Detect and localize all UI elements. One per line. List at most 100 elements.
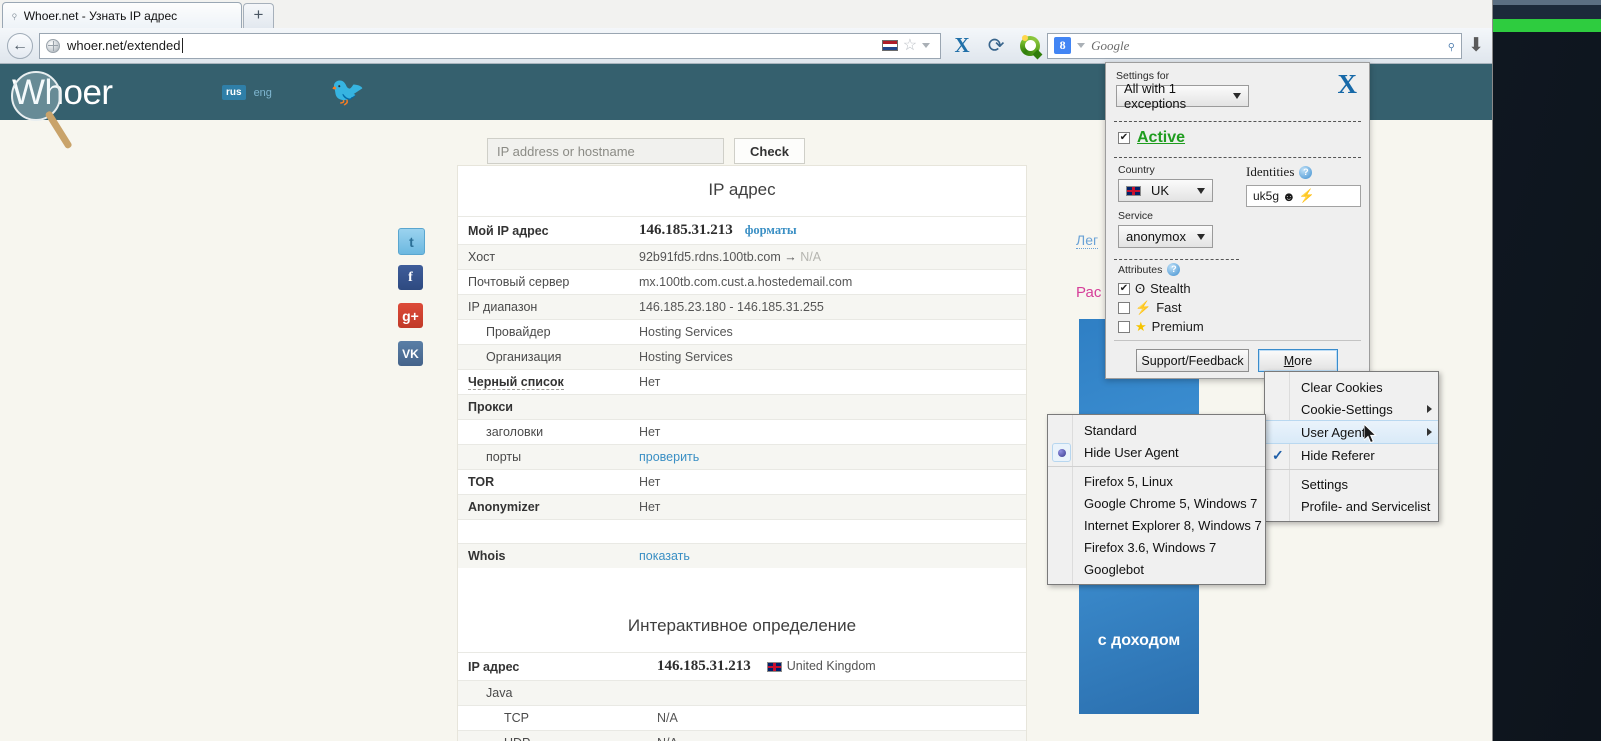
attribute-checkbox[interactable]: ✔ <box>1118 282 1130 295</box>
attribute-row[interactable]: ⚡ Fast <box>1118 298 1204 317</box>
menu-item-label: Settings <box>1301 476 1348 492</box>
share-googleplus-icon[interactable]: g+ <box>398 303 423 328</box>
row-value: показать <box>629 543 1026 568</box>
attributes-list: ✔ ʘ Stealth ⚡ Fast ★ Premium <box>1118 279 1204 336</box>
address-bar[interactable]: whoer.net/extended ☆ <box>39 32 942 59</box>
attribute-label: Fast <box>1156 300 1182 315</box>
search-icon: ⌕ <box>6 7 22 23</box>
share-vk-icon[interactable]: VK <box>398 341 423 366</box>
country-select[interactable]: UK <box>1118 179 1213 202</box>
table-spacer-row <box>458 519 1026 544</box>
anonymox-toolbar-button[interactable] <box>1013 31 1047 61</box>
lang-eng-button[interactable]: eng <box>254 87 272 99</box>
support-feedback-button[interactable]: Support/Feedback <box>1136 349 1249 372</box>
check-button[interactable]: Check <box>734 138 805 164</box>
row-key: TCP <box>458 705 647 731</box>
service-select[interactable]: anonymox <box>1118 225 1213 248</box>
menu-item[interactable]: ✓ Hide Referer <box>1265 444 1438 466</box>
menu-item[interactable]: Googlebot <box>1048 558 1265 580</box>
back-button[interactable]: ← <box>7 32 33 59</box>
row-key: Мой IP адрес <box>458 216 629 245</box>
table-row: Черный список Нет <box>458 369 1026 395</box>
table-row: Почтовый сервер mx.100tb.com.cust.a.hoste… <box>458 269 1026 295</box>
menu-item[interactable]: User Agent <box>1265 420 1438 444</box>
downloads-icon[interactable]: ⬇ <box>1468 36 1492 55</box>
row-link[interactable]: показать <box>639 549 690 563</box>
reload-button[interactable]: ⟳ <box>979 31 1013 61</box>
settings-for-select[interactable]: All with 1 exceptions <box>1116 81 1249 111</box>
ip-search-input[interactable]: IP address or hostname <box>487 138 724 164</box>
menu-item[interactable]: Clear Cookies <box>1265 376 1438 398</box>
attribute-checkbox[interactable] <box>1118 301 1130 314</box>
text-caret <box>182 38 184 53</box>
country-name: United Kingdom <box>786 659 876 673</box>
menu-item[interactable]: Firefox 3.6, Windows 7 <box>1048 536 1265 558</box>
results-card: IP адрес Мой IP адрес 146.185.31.213 форма… <box>457 165 1027 741</box>
ad-pink-text: Рас <box>1076 284 1102 301</box>
ip-section-title: IP адрес <box>708 180 776 199</box>
menu-item[interactable]: Cookie-Settings <box>1265 398 1438 420</box>
menu-item[interactable]: Hide User Agent <box>1048 441 1265 463</box>
navigation-toolbar: ← whoer.net/extended ☆ X ⟳ 8 Google ⌕ ⬇ <box>0 28 1492 64</box>
twitter-bird-icon[interactable]: 🐦 <box>330 78 365 106</box>
row-value: 92b91fd5.rdns.100tb.com → N/A <box>629 244 1026 270</box>
search-go-icon[interactable]: ⌕ <box>1442 37 1460 55</box>
row-key: Хост <box>458 244 629 270</box>
ip-table: Мой IP адрес 146.185.31.213 форматы Хост 92b… <box>458 216 1026 568</box>
stop-button[interactable]: X <box>945 31 979 61</box>
share-facebook-icon[interactable]: f <box>398 265 423 290</box>
ghost-icon: ʘ <box>1135 281 1146 296</box>
menu-item-label: User Agent <box>1301 424 1366 440</box>
ad-link-text[interactable]: Лег <box>1076 232 1099 249</box>
service-label: Service <box>1118 210 1154 222</box>
tab-title: Whoer.net - Узнать IP адрес <box>23 8 178 23</box>
menu-item[interactable]: Settings <box>1265 473 1438 495</box>
search-engine-chevron-icon[interactable] <box>1077 43 1086 48</box>
browser-tab[interactable]: ⌕ Whoer.net - Узнать IP адрес <box>2 2 242 28</box>
help-icon[interactable]: ? <box>1299 165 1313 179</box>
identity-value: uk5g <box>1253 189 1280 203</box>
menu-item-label: Internet Explorer 8, Windows 7 <box>1084 517 1262 533</box>
more-button[interactable]: More <box>1258 349 1338 372</box>
language-switcher: rus eng <box>222 85 272 100</box>
chevron-down-icon[interactable] <box>922 43 931 48</box>
menu-item[interactable]: Standard <box>1048 419 1265 441</box>
menu-item[interactable]: Internet Explorer 8, Windows 7 <box>1048 514 1265 536</box>
row-key: IP адрес <box>458 652 647 681</box>
panel-close-button[interactable]: X <box>1338 71 1358 98</box>
share-twitter-icon[interactable]: t <box>398 228 425 255</box>
tab-strip: ⌕ Whoer.net - Узнать IP адрес + <box>0 0 1492 28</box>
identity-field[interactable]: uk5g ☻ ⚡ <box>1246 185 1361 207</box>
user-agent-submenu: Standard Hide User Agent Firefox 5, Linux G… <box>1047 414 1266 585</box>
new-tab-button[interactable]: + <box>243 3 274 28</box>
submenu-arrow-icon <box>1427 405 1432 413</box>
row-key: порты <box>458 444 629 470</box>
magnifier-handle-icon <box>44 110 73 150</box>
attribute-row[interactable]: ★ Premium <box>1118 317 1204 336</box>
row-key: Организация <box>458 344 629 370</box>
attribute-row[interactable]: ✔ ʘ Stealth <box>1118 279 1204 298</box>
identities-label: Identities <box>1246 164 1295 179</box>
row-value: Нет <box>629 469 1026 495</box>
table-row: Мой IP адрес 146.185.31.213 форматы <box>458 216 1026 245</box>
row-link[interactable]: проверить <box>639 450 699 464</box>
help-icon[interactable]: ? <box>1167 263 1181 276</box>
menu-item[interactable]: Profile- and Servicelist <box>1265 495 1438 517</box>
search-placeholder: Google <box>1091 37 1130 53</box>
row-value: Нет <box>629 494 1026 520</box>
row-link[interactable]: форматы <box>745 223 797 237</box>
row-key: Почтовый сервер <box>458 269 629 295</box>
search-bar[interactable]: 8 Google ⌕ <box>1047 32 1463 59</box>
lang-rus-button[interactable]: rus <box>222 85 246 100</box>
row-value <box>629 394 1026 420</box>
active-checkbox[interactable]: ✔ <box>1118 132 1130 144</box>
row-key: IP диапазон <box>458 294 629 320</box>
bookmark-star-icon[interactable]: ☆ <box>903 37 917 54</box>
menu-item[interactable]: Firefox 5, Linux <box>1048 470 1265 492</box>
attribute-checkbox[interactable] <box>1118 320 1130 333</box>
service-value: anonymox <box>1126 229 1186 244</box>
menu-item[interactable]: Google Chrome 5, Windows 7 <box>1048 492 1265 514</box>
google-icon: 8 <box>1054 37 1072 54</box>
anonymox-panel: X Settings for All with 1 exceptions ✔ A… <box>1105 62 1370 379</box>
chevron-down-icon <box>1197 187 1205 194</box>
